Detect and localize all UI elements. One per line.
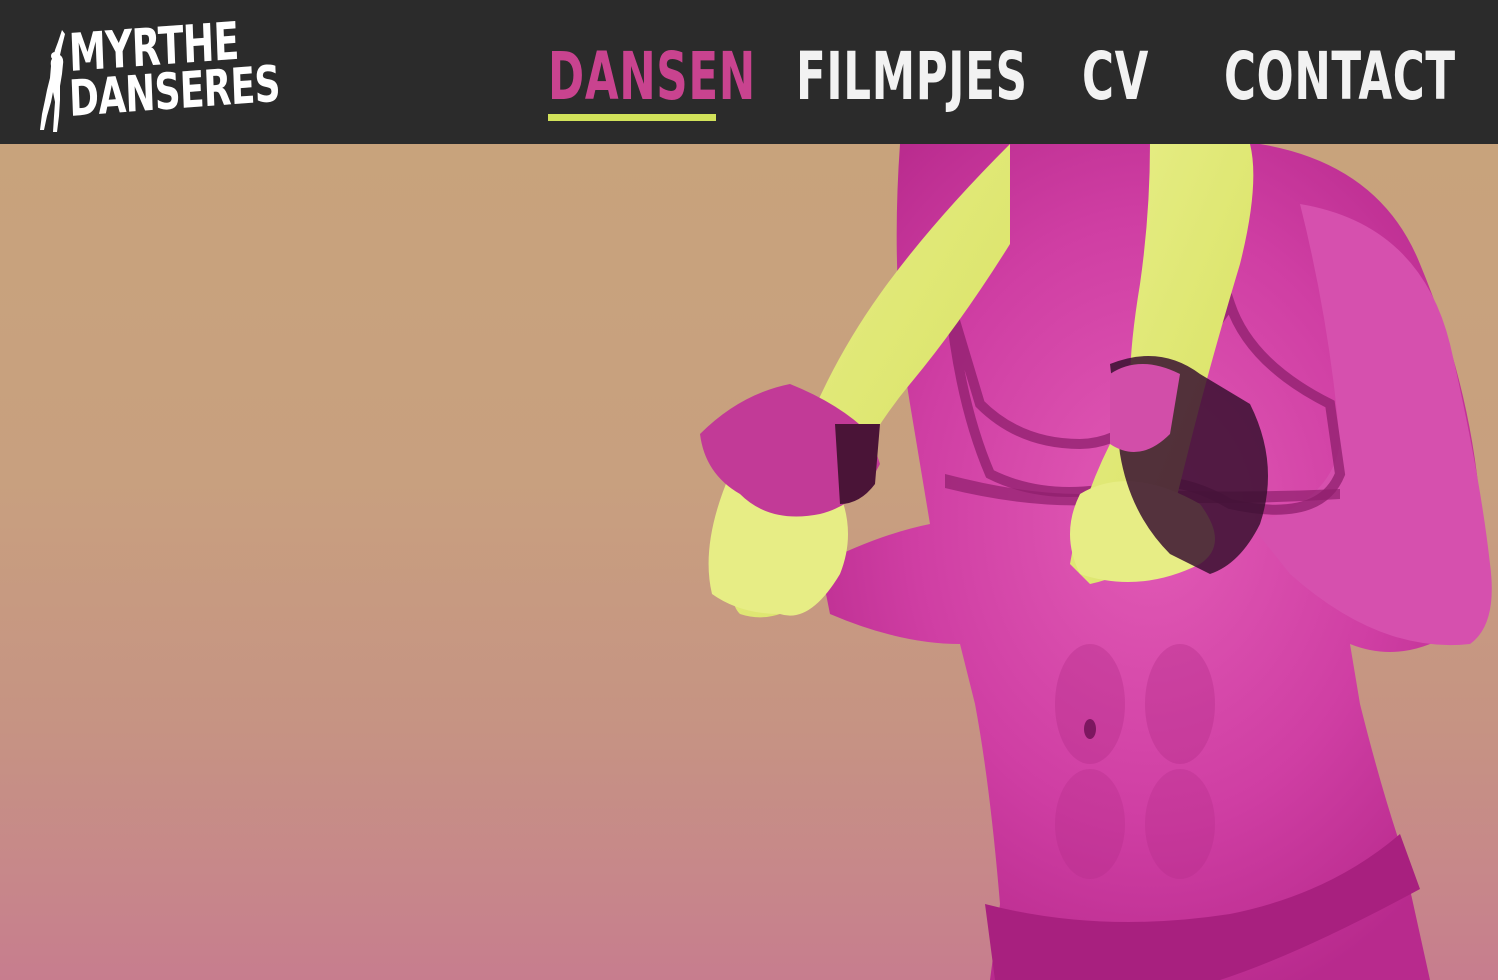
nav-item-dansen[interactable]: DANSEN — [548, 38, 756, 122]
nav-label-filmpjes: FILMPJES — [796, 38, 1028, 115]
active-nav-underline — [548, 114, 716, 121]
site-header: MYRTHE DANSERES DANSEN FILMPJES CV CONTA… — [0, 0, 1498, 144]
nav-item-cv[interactable]: CV — [1082, 38, 1150, 122]
nav-item-contact[interactable]: CONTACT — [1224, 38, 1456, 122]
nav-item-filmpjes[interactable]: FILMPJES — [796, 38, 1028, 122]
page: MYRTHE DANSERES DANSEN FILMPJES CV CONTA… — [0, 0, 1498, 980]
nav-label-cv: CV — [1082, 38, 1150, 115]
nav-label-dansen: DANSEN — [548, 38, 756, 115]
main-navigation: DANSEN FILMPJES CV CONTACT — [0, 42, 1498, 122]
nav-label-contact: CONTACT — [1224, 38, 1456, 115]
hero-image — [0, 144, 1498, 980]
dancer-photo-illustration — [700, 144, 1492, 980]
